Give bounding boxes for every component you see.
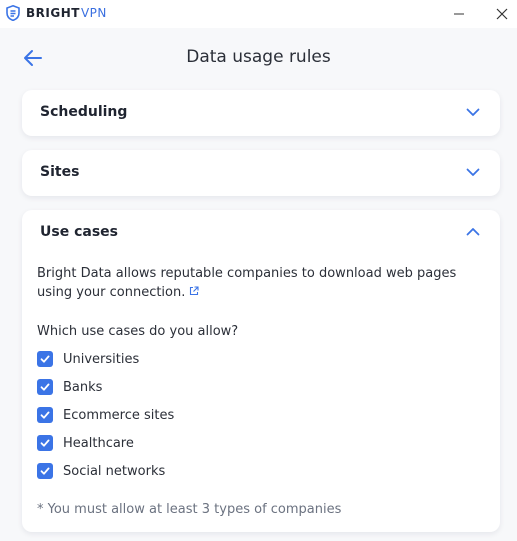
sites-title: Sites (40, 164, 80, 180)
option-label: Universities (63, 351, 140, 367)
option-social-networks[interactable]: Social networks (37, 461, 165, 481)
use-cases-title: Use cases (40, 224, 118, 240)
description-text: Bright Data allows reputable companies t… (37, 266, 457, 300)
option-healthcare[interactable]: Healthcare (37, 433, 134, 453)
option-label: Banks (63, 379, 103, 395)
checkmark-icon (40, 383, 50, 391)
brand-name-bold: BRIGHT (26, 6, 80, 20)
chevron-up-icon (466, 228, 480, 236)
use-cases-header[interactable]: Use cases (22, 210, 500, 256)
checkmark-icon (40, 439, 50, 447)
checkbox[interactable] (37, 435, 53, 451)
option-label: Ecommerce sites (63, 407, 175, 423)
page-title: Data usage rules (186, 47, 331, 67)
chevron-down-icon (466, 168, 480, 176)
option-label: Social networks (63, 463, 166, 479)
sites-section: Sites (22, 150, 500, 196)
checkbox[interactable] (37, 351, 53, 367)
checkmark-icon (40, 355, 50, 363)
use-cases-description: Bright Data allows reputable companies t… (37, 264, 487, 302)
checkbox[interactable] (37, 463, 53, 479)
app-logo: BRIGHT VPN (6, 5, 107, 21)
checkbox[interactable] (37, 407, 53, 423)
use-cases-question: Which use cases do you allow? (37, 324, 239, 339)
use-cases-section: Use cases Bright Data allows reputable c… (22, 210, 500, 532)
brand-name-light: VPN (80, 6, 107, 20)
checkbox[interactable] (37, 379, 53, 395)
checkmark-icon (40, 411, 50, 419)
option-ecommerce-sites[interactable]: Ecommerce sites (37, 405, 174, 425)
minimize-icon (454, 13, 464, 15)
option-label: Healthcare (63, 435, 134, 451)
option-universities[interactable]: Universities (37, 349, 139, 369)
close-button[interactable] (482, 0, 517, 28)
option-banks[interactable]: Banks (37, 377, 102, 397)
checkmark-icon (40, 467, 50, 475)
title-bar: BRIGHT VPN (0, 0, 517, 28)
scheduling-title: Scheduling (40, 104, 128, 120)
page-header: Data usage rules (0, 28, 517, 90)
external-link-icon[interactable] (189, 286, 199, 296)
scheduling-header[interactable]: Scheduling (22, 90, 500, 136)
chevron-down-icon (466, 108, 480, 116)
shield-icon (6, 5, 20, 21)
minimum-selection-note: * You must allow at least 3 types of com… (37, 502, 342, 517)
close-icon (496, 8, 508, 20)
sites-header[interactable]: Sites (22, 150, 500, 196)
scheduling-section: Scheduling (22, 90, 500, 136)
minimize-button[interactable] (439, 0, 479, 28)
